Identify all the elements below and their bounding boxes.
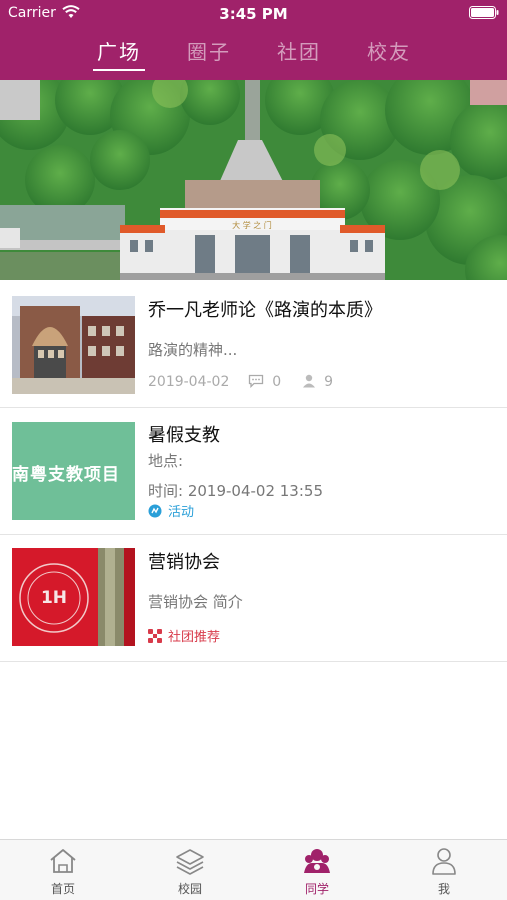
campus-gate-image: 大 学 之 门 — [0, 80, 507, 280]
tab-plaza[interactable]: 广场 — [84, 36, 154, 65]
club-logo-text: 1H — [41, 588, 67, 608]
status-bar: Carrier 3:45 PM — [0, 0, 507, 28]
tab-circles[interactable]: 圈子 — [174, 36, 244, 65]
layers-icon — [176, 849, 204, 875]
volunteer-thumbnail-text: 南粤支教项目 — [12, 465, 120, 485]
lecture-title: 乔一凡老师论《路演的本质》 — [148, 300, 382, 321]
clock: 3:45 PM — [219, 5, 288, 23]
lecture-thumbnail — [12, 296, 135, 394]
home-icon — [50, 849, 76, 873]
lecture-meta: 2019-04-02 0 9 — [148, 374, 333, 390]
tabbar-campus-label: 校园 — [177, 882, 202, 896]
classmates-icon — [304, 849, 330, 873]
tabbar-classmates[interactable]: 同学 — [254, 840, 380, 900]
tabbar-me-label: 我 — [437, 882, 450, 896]
activity-tag[interactable]: 活动 — [148, 501, 194, 520]
volunteer-thumbnail: 南粤支教项目 — [12, 422, 135, 520]
tabbar-me[interactable]: 我 — [381, 840, 507, 900]
participant-count: 9 — [324, 374, 334, 390]
volunteer-title: 暑假支教 — [148, 425, 220, 446]
club-title: 营销协会 — [148, 552, 220, 573]
campus-banner[interactable]: 大 学 之 门 — [0, 80, 507, 280]
comment-icon — [248, 374, 263, 389]
lecture-summary: 路演的精神... — [148, 341, 238, 359]
club-recommend-icon — [148, 629, 162, 643]
club-recommend-tag[interactable]: 社团推荐 — [148, 626, 220, 645]
lecture-date: 2019-04-02 — [148, 374, 230, 390]
activity-icon — [148, 504, 162, 518]
feed-list: 乔一凡老师论《路演的本质》 路演的精神... 2019-04-02 0 9 南粤… — [0, 282, 507, 662]
tabbar-home[interactable]: 首页 — [0, 840, 126, 900]
club-summary: 营销协会 简介 — [148, 593, 243, 611]
list-item-marketing-club[interactable]: 1H 营销协会 营销协会 简介 社团推荐 — [0, 535, 507, 662]
header: Carrier 3:45 PM 广场 圈子 社团 校友 — [0, 0, 507, 80]
tabbar-campus[interactable]: 校园 — [127, 840, 253, 900]
comment-count: 0 — [272, 374, 282, 390]
tab-alumni[interactable]: 校友 — [354, 36, 424, 65]
list-item-volunteer-teaching[interactable]: 南粤支教项目 暑假支教 地点: 时间: 2019-04-02 13:55 活动 — [0, 408, 507, 535]
participant-icon — [302, 374, 315, 388]
gate-sign: 大 学 之 门 — [232, 220, 272, 230]
active-tab-indicator — [93, 69, 145, 71]
tabbar-classmates-label: 同学 — [304, 882, 329, 896]
list-item-lecture[interactable]: 乔一凡老师论《路演的本质》 路演的精神... 2019-04-02 0 9 — [0, 282, 507, 408]
club-thumbnail: 1H — [12, 548, 135, 646]
activity-tag-label: 活动 — [168, 505, 195, 520]
tab-clubs[interactable]: 社团 — [264, 36, 334, 65]
volunteer-location: 地点: — [148, 452, 184, 470]
top-tab-bar: 广场 圈子 社团 校友 — [0, 36, 507, 72]
battery-icon — [469, 6, 499, 19]
club-recommend-label: 社团推荐 — [168, 630, 221, 645]
tabbar-home-label: 首页 — [50, 882, 75, 896]
bottom-tab-bar: 首页 校园 同学 我 — [0, 839, 507, 900]
person-icon — [432, 848, 456, 875]
volunteer-time: 时间: 2019-04-02 13:55 — [148, 482, 323, 500]
